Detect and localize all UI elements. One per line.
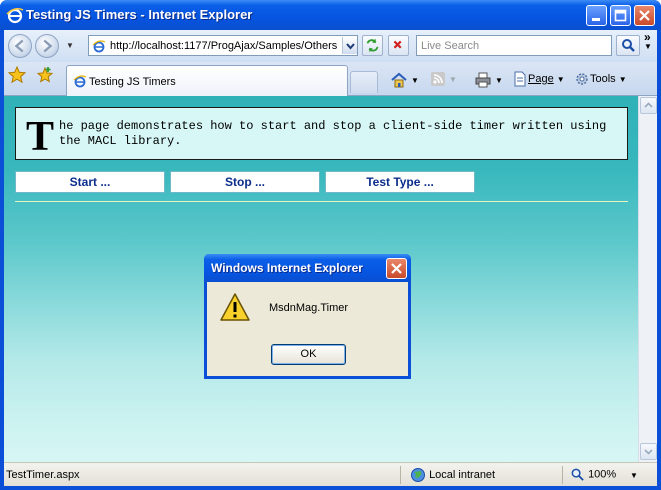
rss-feed-icon <box>431 72 445 86</box>
address-url: http://localhost:1177/ProgAjax/Samples/O… <box>110 40 338 52</box>
alert-dialog: Windows Internet Explorer MsdnMag.Timer … <box>204 254 411 379</box>
home-icon <box>391 72 407 88</box>
search-icon <box>622 39 635 52</box>
test-type-button[interactable]: Test Type ... <box>325 171 475 193</box>
refresh-icon <box>366 38 379 53</box>
globe-icon <box>411 468 425 482</box>
forward-button[interactable] <box>35 34 59 58</box>
page-menu-icon <box>514 71 526 87</box>
page-icon <box>92 40 106 53</box>
tab-label: Testing JS Timers <box>89 76 176 88</box>
favorites-star-icon[interactable] <box>8 66 26 84</box>
dialog-title-bar: Windows Internet Explorer <box>204 254 411 282</box>
status-separator <box>400 466 401 484</box>
home-button[interactable]: ▼ <box>390 71 419 89</box>
recent-pages-dropdown[interactable]: ▼ <box>66 41 74 50</box>
ie-page-icon <box>73 75 87 88</box>
intro-box: T he page demonstrates how to start and … <box>15 107 628 160</box>
chevron-down-icon: ▼ <box>556 74 565 84</box>
chevron-up-icon <box>644 102 653 108</box>
chevron-down-icon: ▼ <box>495 75 503 85</box>
intro-text: he page demonstrates how to start and st… <box>59 119 607 148</box>
stop-timer-button[interactable]: Stop ... <box>170 171 320 193</box>
zoom-level[interactable]: 100% <box>570 467 616 482</box>
zone-label: Local intranet <box>429 468 496 481</box>
warning-icon <box>220 293 250 321</box>
back-button[interactable] <box>8 34 32 58</box>
svg-text:T: T <box>26 116 54 152</box>
minimize-button[interactable] <box>586 5 607 26</box>
address-field[interactable]: http://localhost:1177/ProgAjax/Samples/O… <box>88 35 358 56</box>
magnifier-icon <box>571 468 584 481</box>
search-input[interactable]: Live Search <box>416 35 612 56</box>
close-icon <box>639 10 650 21</box>
browser-chrome: ▼ http://localhost:1177/ProgAjax/Samples… <box>4 30 657 96</box>
ok-button[interactable]: OK <box>271 344 346 365</box>
maximize-icon <box>614 9 627 22</box>
chevron-down-icon <box>644 449 653 455</box>
start-button[interactable]: Start ... <box>15 171 165 193</box>
arrow-left-icon <box>14 39 24 53</box>
stop-x-icon <box>393 40 402 49</box>
browser-window: Testing JS Timers - Internet Explorer ▼ <box>0 0 661 490</box>
ie-logo-icon <box>6 7 24 24</box>
dialog-body: MsdnMag.Timer OK <box>207 282 408 376</box>
close-icon <box>391 263 402 274</box>
printer-icon <box>475 72 491 88</box>
tools-menu-label: Tools <box>590 72 616 85</box>
maximize-button[interactable] <box>610 5 631 26</box>
tools-menu[interactable]: Tools ▼ <box>574 71 627 89</box>
minimize-icon <box>592 18 600 21</box>
dialog-close-button[interactable] <box>386 258 407 279</box>
add-favorite-icon[interactable] <box>36 66 54 84</box>
search-placeholder: Live Search <box>421 40 480 52</box>
divider <box>15 201 628 202</box>
window-title: Testing JS Timers - Internet Explorer <box>26 7 253 22</box>
gear-icon <box>576 73 588 85</box>
new-tab-button[interactable] <box>350 71 378 93</box>
address-row: ▼ http://localhost:1177/ProgAjax/Samples… <box>4 30 657 62</box>
stop-button[interactable] <box>388 35 409 56</box>
status-separator <box>562 466 563 484</box>
vertical-scrollbar[interactable] <box>638 96 657 462</box>
search-button[interactable] <box>616 35 640 56</box>
page-menu[interactable]: Page ▼ <box>512 71 565 89</box>
chevron-down-icon: ▼ <box>618 74 627 84</box>
print-button[interactable]: ▼ <box>474 71 503 89</box>
title-bar: Testing JS Timers - Internet Explorer <box>0 0 661 30</box>
dialog-title: Windows Internet Explorer <box>211 261 363 275</box>
status-bar: TestTimer.aspx Local intranet 100% ▼ <box>4 462 657 486</box>
chevron-down-icon: ▼ <box>449 74 457 84</box>
chevron-down-icon: ▼ <box>411 75 419 85</box>
arrow-right-icon <box>43 39 53 53</box>
page-menu-label: Page <box>528 72 554 85</box>
zoom-dropdown[interactable]: ▼ <box>630 471 638 480</box>
status-text: TestTimer.aspx <box>6 469 80 481</box>
feeds-button[interactable]: ▼ <box>430 71 457 89</box>
scroll-up-button[interactable] <box>640 97 657 114</box>
more-commands-chevron[interactable]: » <box>644 30 651 44</box>
address-dropdown[interactable] <box>342 37 357 54</box>
dialog-message: MsdnMag.Timer <box>269 302 349 314</box>
tab-row: Testing JS Timers ▼ ▼ ▼ Page ▼ Tools ▼ <box>4 62 657 96</box>
zoom-label: 100% <box>588 468 617 481</box>
chevron-down-icon <box>346 43 355 50</box>
close-button[interactable] <box>634 5 655 26</box>
scroll-down-button[interactable] <box>640 443 657 460</box>
security-zone[interactable]: Local intranet <box>410 467 495 483</box>
dropcap-letter: T <box>26 116 54 152</box>
tab-testing-js-timers[interactable]: Testing JS Timers <box>66 65 348 96</box>
refresh-button[interactable] <box>362 35 383 56</box>
